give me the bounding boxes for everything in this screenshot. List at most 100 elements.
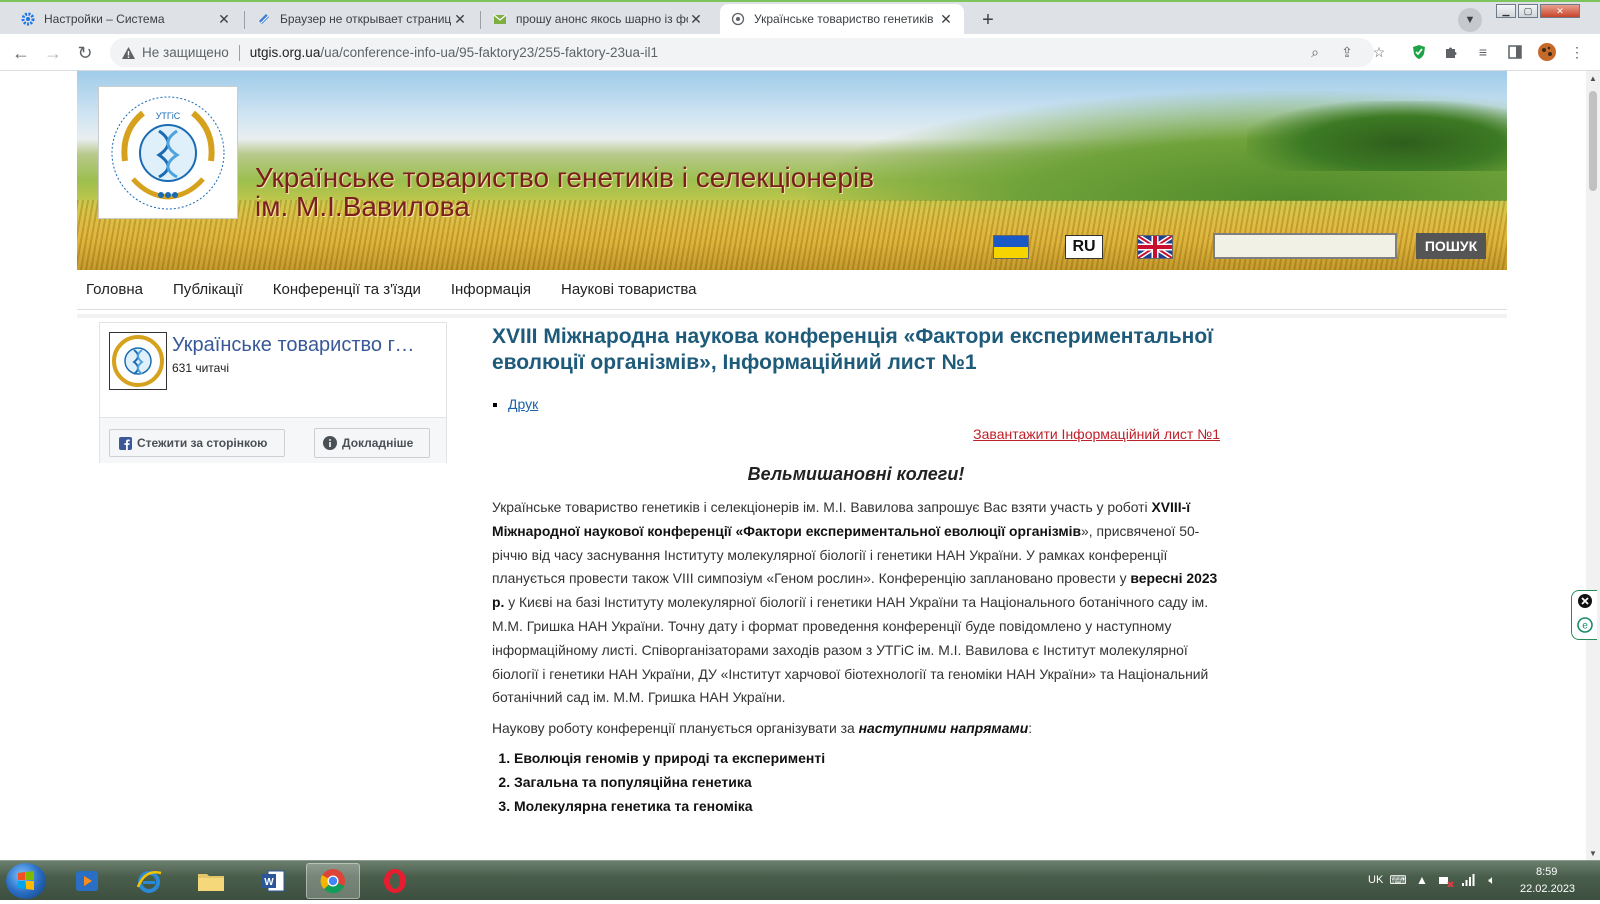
tab-divider bbox=[480, 11, 481, 29]
list-item: Еволюція геномів у природі та експеримен… bbox=[514, 747, 1220, 771]
research-directions-list: Еволюція геномів у природі та експеримен… bbox=[492, 747, 1220, 818]
close-window-icon[interactable]: ✕ bbox=[1540, 4, 1580, 18]
bookmark-star-icon[interactable]: ☆ bbox=[1370, 43, 1388, 61]
menu-kebab-icon[interactable]: ⋮ bbox=[1568, 43, 1586, 61]
site-header-banner: УТГіС Українське товариство генетиків і … bbox=[77, 71, 1507, 270]
article-title-text: Міжнародна наукова конференція «Фактори … bbox=[492, 325, 1214, 374]
article: XVIII Міжнародна наукова конференція «Фа… bbox=[492, 324, 1220, 818]
close-tab-icon[interactable]: ✕ bbox=[216, 11, 232, 28]
fb-page-name[interactable]: Українське товариство генетиків і селекц… bbox=[172, 334, 422, 357]
tab-title: Українське товариство генетиків bbox=[754, 12, 934, 26]
reload-icon[interactable]: ↻ bbox=[72, 40, 98, 66]
taskbar-chrome-icon[interactable] bbox=[306, 863, 360, 899]
download-row: Завантажити Інформаційний лист №1 bbox=[492, 426, 1220, 442]
nav-conferences[interactable]: Конференції та з'їзди bbox=[273, 281, 421, 298]
tab-browser-help[interactable]: Браузер не открывает страницы ✕ bbox=[246, 4, 478, 34]
article-separator bbox=[492, 384, 496, 388]
zoom-icon[interactable]: ⌕ bbox=[1306, 43, 1324, 61]
close-circle-icon[interactable] bbox=[1577, 593, 1593, 614]
page-scrollbar[interactable]: ▲ ▼ bbox=[1586, 71, 1600, 860]
p2-text-c: : bbox=[1028, 720, 1033, 737]
banner-trees bbox=[1247, 101, 1507, 171]
list-item: Молекулярна генетика та геноміка bbox=[514, 795, 1220, 819]
fb-follow-button[interactable]: Стежити за сторінкою bbox=[109, 429, 285, 457]
fb-more-label: Докладніше bbox=[342, 436, 414, 450]
taskbar-word-icon[interactable]: W bbox=[246, 863, 300, 899]
facebook-page-widget: Українське товариство генетиків і селекц… bbox=[99, 322, 447, 463]
shield-extension-icon[interactable] bbox=[1410, 43, 1428, 61]
download-infoletter-link[interactable]: Завантажити Інформаційний лист №1 bbox=[973, 426, 1220, 442]
volume-icon[interactable]: 🔈︎ bbox=[1484, 872, 1500, 888]
omnibox-divider bbox=[238, 44, 240, 61]
clock-date[interactable]: 22.02.2023 bbox=[1520, 883, 1575, 895]
forward-icon[interactable]: → bbox=[40, 40, 66, 66]
tab-mail[interactable]: прошу анонс якось шарно із фо ✕ bbox=[482, 4, 714, 34]
windows-start-button[interactable] bbox=[6, 863, 46, 899]
lang-en-flag-button[interactable] bbox=[1137, 235, 1173, 259]
network-status-icon[interactable] bbox=[1438, 872, 1454, 888]
site-title-line1: Українське товариство генетиків і селекц… bbox=[255, 162, 875, 193]
close-tab-icon[interactable]: ✕ bbox=[688, 11, 704, 28]
url-host: utgis.org.ua bbox=[249, 45, 321, 60]
profile-avatar[interactable] bbox=[1536, 41, 1558, 63]
security-label[interactable]: Не защищено bbox=[142, 45, 229, 60]
signal-bars-icon[interactable] bbox=[1460, 872, 1476, 888]
p2-emphasis: наступними напрямами bbox=[858, 720, 1029, 737]
scroll-up-icon[interactable]: ▲ bbox=[1586, 71, 1600, 85]
extensions-puzzle-icon[interactable] bbox=[1442, 43, 1460, 61]
maximize-icon[interactable]: ▢ bbox=[1518, 4, 1538, 18]
taskbar-media-player-icon[interactable] bbox=[60, 863, 114, 899]
browser-tab-strip: Настройки – Система ✕ Браузер не открыва… bbox=[0, 0, 1600, 34]
fb-page-avatar[interactable] bbox=[109, 332, 167, 390]
taskbar-ie-icon[interactable] bbox=[122, 863, 176, 899]
main-navigation: Головна Публікації Конференції та з'їзди… bbox=[77, 270, 1507, 310]
site-search-button[interactable]: ПОШУК bbox=[1416, 233, 1486, 259]
nav-scientific-societies[interactable]: Наукові товариства bbox=[561, 281, 696, 298]
list-item: Загальна та популяційна генетика bbox=[514, 771, 1220, 795]
print-link[interactable]: Друк bbox=[508, 396, 538, 412]
edge-e-icon[interactable]: e bbox=[1576, 616, 1593, 638]
site-title[interactable]: Українське товариство генетиків і селекц… bbox=[255, 163, 874, 221]
tab-title: Настройки – Система bbox=[44, 12, 165, 26]
tab-divider bbox=[244, 11, 245, 29]
side-panel-icon[interactable] bbox=[1506, 43, 1524, 61]
taskbar-opera-icon[interactable] bbox=[368, 863, 422, 899]
logo-text: УТГіС bbox=[156, 111, 181, 121]
fb-widget-header: Українське товариство генетиків і селекц… bbox=[100, 323, 446, 417]
scroll-down-icon[interactable]: ▼ bbox=[1586, 846, 1600, 860]
scrollbar-thumb[interactable] bbox=[1589, 91, 1597, 191]
mail-icon bbox=[492, 11, 508, 27]
article-title-prefix: XVIII bbox=[492, 325, 538, 348]
input-language-indicator[interactable]: UK bbox=[1368, 874, 1383, 886]
back-icon[interactable]: ← bbox=[8, 40, 34, 66]
article-tools: Друк bbox=[492, 396, 1220, 412]
reading-list-icon[interactable]: ≡ bbox=[1474, 43, 1492, 61]
close-tab-icon[interactable]: ✕ bbox=[452, 11, 468, 28]
gear-icon bbox=[20, 11, 36, 27]
keyboard-icon[interactable]: ⌨ bbox=[1389, 872, 1406, 888]
article-paragraph-2: Наукову роботу конференції планується ор… bbox=[492, 717, 1220, 741]
minimize-icon[interactable]: ▁ bbox=[1496, 4, 1516, 18]
p2-text-a: Наукову роботу конференції планується ор… bbox=[492, 720, 859, 737]
nav-information[interactable]: Інформація bbox=[451, 281, 531, 298]
site-logo[interactable]: УТГіС bbox=[98, 86, 238, 219]
tab-settings[interactable]: Настройки – Система ✕ bbox=[10, 4, 242, 34]
p1-text-e: у Києві на базі Інституту молекулярної б… bbox=[492, 594, 1209, 706]
share-icon[interactable]: ⇪ bbox=[1338, 43, 1356, 61]
tab-search-icon[interactable]: ▼ bbox=[1458, 8, 1482, 32]
tab-utgis[interactable]: Українське товариство генетиків ✕ bbox=[720, 4, 964, 34]
nav-publications[interactable]: Публікації bbox=[173, 281, 243, 298]
new-tab-button[interactable]: + bbox=[976, 8, 1000, 32]
lang-ua-flag-button[interactable] bbox=[993, 235, 1029, 259]
address-bar[interactable]: Не защищено utgis.org.ua/ua/conference-i… bbox=[110, 38, 1374, 67]
fb-more-button[interactable]: Докладніше bbox=[314, 428, 430, 458]
show-hidden-icons-icon[interactable]: ▲ bbox=[1414, 872, 1430, 888]
taskbar-explorer-icon[interactable] bbox=[184, 863, 238, 899]
clock-time[interactable]: 8:59 bbox=[1536, 866, 1557, 878]
print-item: Друк bbox=[508, 396, 1220, 412]
lang-ru-button[interactable]: RU bbox=[1065, 235, 1103, 259]
nav-home[interactable]: Головна bbox=[86, 281, 143, 298]
close-tab-icon[interactable]: ✕ bbox=[938, 11, 954, 28]
warning-icon[interactable] bbox=[120, 45, 136, 61]
site-search-input[interactable] bbox=[1213, 233, 1397, 259]
